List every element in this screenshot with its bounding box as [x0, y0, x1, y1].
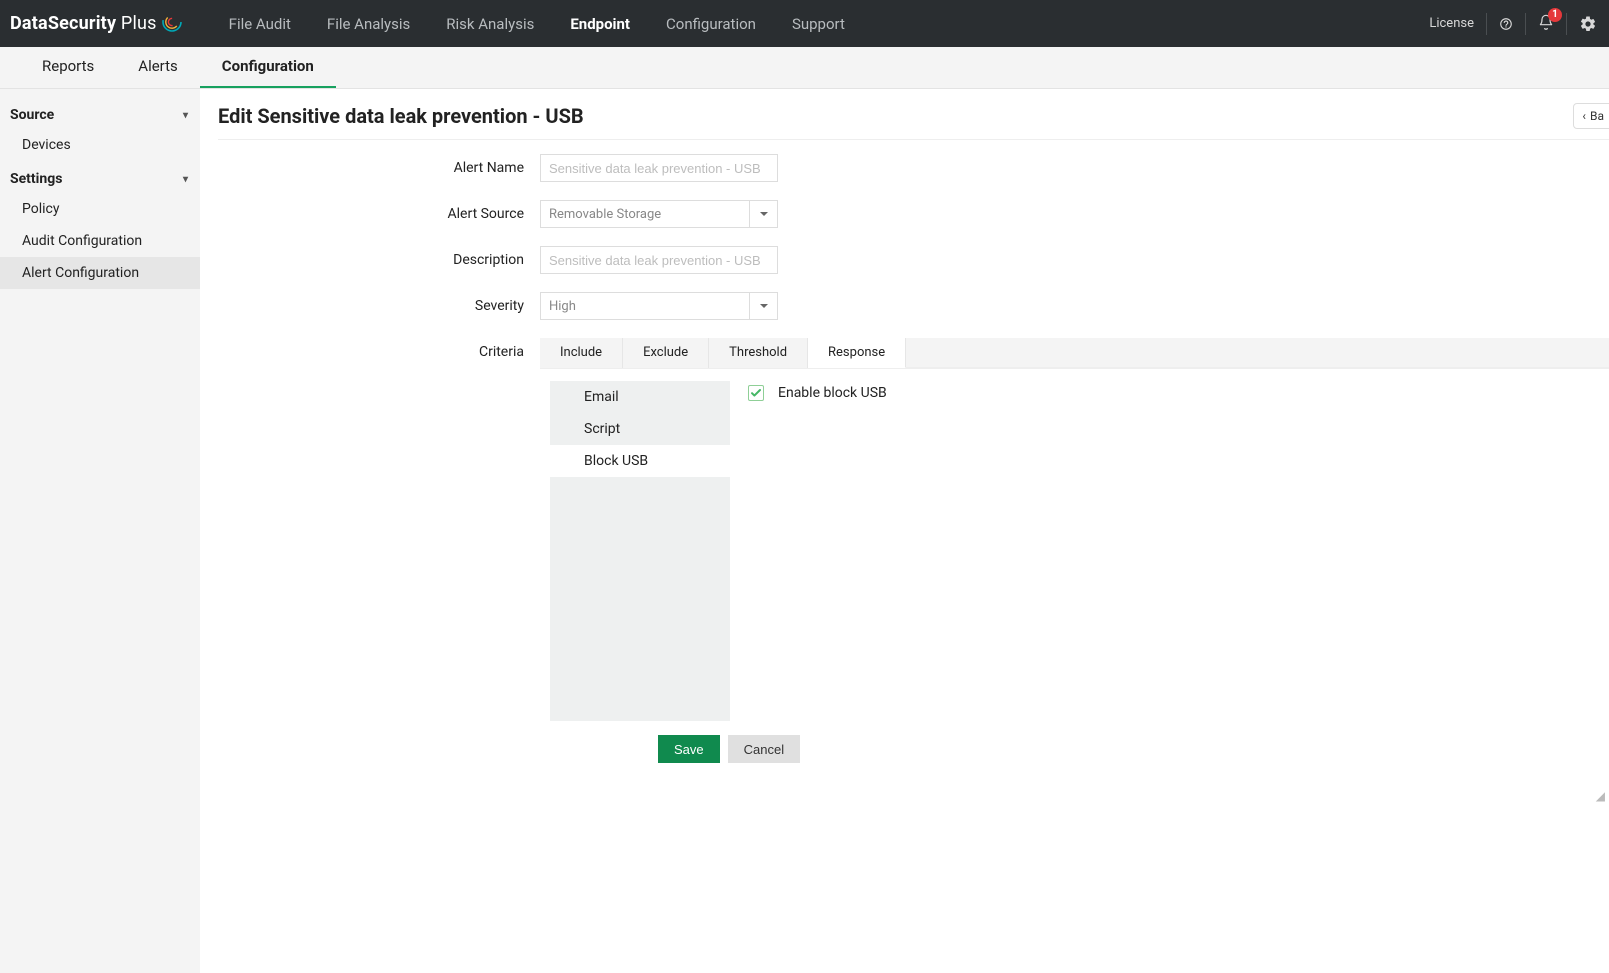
- settings-gear-icon[interactable]: [1567, 0, 1597, 47]
- alert-source-select[interactable]: Removable Storage: [540, 200, 778, 228]
- topnav: File Audit File Analysis Risk Analysis E…: [211, 0, 863, 47]
- sidebar-section-title: Settings: [10, 171, 62, 187]
- bell-icon: 1: [1538, 14, 1554, 34]
- sidebar-item-alert-configuration[interactable]: Alert Configuration: [0, 257, 200, 289]
- notifications-button[interactable]: 1: [1526, 0, 1566, 47]
- chevron-down-icon[interactable]: [750, 200, 778, 228]
- label-alert-name: Alert Name: [218, 160, 540, 176]
- response-body: Enable block USB: [730, 381, 1609, 721]
- criteria-tab-include[interactable]: Include: [540, 338, 623, 368]
- sidebar-item-devices[interactable]: Devices: [0, 129, 200, 161]
- sidebar-item-audit-configuration[interactable]: Audit Configuration: [0, 225, 200, 257]
- logo-swirl-icon: [161, 11, 183, 37]
- enable-block-usb-checkbox[interactable]: [748, 385, 764, 401]
- page-title: Edit Sensitive data leak prevention - US…: [218, 104, 584, 128]
- save-button[interactable]: Save: [658, 735, 720, 763]
- response-item-block-usb[interactable]: Block USB: [550, 445, 730, 477]
- logo[interactable]: DataSecurity Plus: [10, 11, 183, 37]
- severity-value: High: [540, 292, 750, 320]
- caret-down-icon: ▾: [183, 174, 188, 185]
- notification-badge: 1: [1548, 8, 1562, 22]
- sidebar-item-policy[interactable]: Policy: [0, 193, 200, 225]
- criteria-tab-spacer: [906, 338, 1609, 368]
- response-item-email[interactable]: Email: [550, 381, 730, 413]
- label-alert-source: Alert Source: [218, 206, 540, 222]
- back-button[interactable]: ‹ Ba: [1573, 103, 1609, 129]
- subtab-alerts[interactable]: Alerts: [116, 46, 200, 88]
- response-panel: Email Script Block USB Enable block USB: [540, 369, 1609, 721]
- severity-select[interactable]: High: [540, 292, 778, 320]
- criteria-area: Include Exclude Threshold Response Email…: [540, 338, 1609, 721]
- response-side-list: Email Script Block USB: [550, 381, 730, 721]
- topnav-item-support[interactable]: Support: [774, 0, 863, 47]
- alert-source-value: Removable Storage: [540, 200, 750, 228]
- description-input[interactable]: [540, 246, 778, 274]
- content: Edit Sensitive data leak prevention - US…: [200, 89, 1609, 973]
- subtabs: Reports Alerts Configuration: [0, 47, 1609, 89]
- label-criteria: Criteria: [218, 338, 540, 360]
- sidebar-section-title: Source: [10, 107, 54, 123]
- topbar-right: License 1: [1417, 0, 1597, 47]
- form: Alert Name Alert Source Removable Storag…: [218, 140, 1609, 763]
- criteria-tab-threshold[interactable]: Threshold: [709, 338, 808, 368]
- logo-text: DataSecurity Plus: [10, 13, 157, 34]
- resize-handle-icon: ◢: [1596, 789, 1605, 803]
- alert-name-input[interactable]: [540, 154, 778, 182]
- chevron-down-icon[interactable]: [750, 292, 778, 320]
- sidebar-section-settings[interactable]: Settings ▾: [0, 161, 200, 193]
- chevron-left-icon: ‹: [1582, 109, 1586, 123]
- criteria-tab-response[interactable]: Response: [808, 338, 906, 368]
- subtab-configuration[interactable]: Configuration: [200, 46, 336, 88]
- sidebar-section-source[interactable]: Source ▾: [0, 97, 200, 129]
- back-label: Ba: [1590, 109, 1604, 123]
- caret-down-icon: ▾: [183, 110, 188, 121]
- topnav-item-file-analysis[interactable]: File Analysis: [309, 0, 428, 47]
- enable-block-usb-label: Enable block USB: [778, 385, 887, 401]
- main-layout: Source ▾ Devices Settings ▾ Policy Audit…: [0, 89, 1609, 973]
- sidebar: Source ▾ Devices Settings ▾ Policy Audit…: [0, 89, 200, 973]
- topnav-item-configuration[interactable]: Configuration: [648, 0, 774, 47]
- button-row: Save Cancel: [658, 735, 1609, 763]
- label-severity: Severity: [218, 298, 540, 314]
- topnav-item-risk-analysis[interactable]: Risk Analysis: [428, 0, 552, 47]
- enable-block-usb-row: Enable block USB: [748, 385, 1609, 401]
- response-item-script[interactable]: Script: [550, 413, 730, 445]
- help-icon[interactable]: [1487, 0, 1525, 47]
- cancel-button[interactable]: Cancel: [728, 735, 800, 763]
- license-link[interactable]: License: [1417, 0, 1486, 47]
- page-title-row: Edit Sensitive data leak prevention - US…: [218, 103, 1609, 140]
- criteria-tab-exclude[interactable]: Exclude: [623, 338, 709, 368]
- topbar: DataSecurity Plus File Audit File Analys…: [0, 0, 1609, 47]
- label-description: Description: [218, 252, 540, 268]
- subtab-reports[interactable]: Reports: [20, 46, 116, 88]
- topnav-item-endpoint[interactable]: Endpoint: [552, 0, 648, 47]
- topnav-item-file-audit[interactable]: File Audit: [211, 0, 309, 47]
- criteria-tabs: Include Exclude Threshold Response: [540, 338, 1609, 369]
